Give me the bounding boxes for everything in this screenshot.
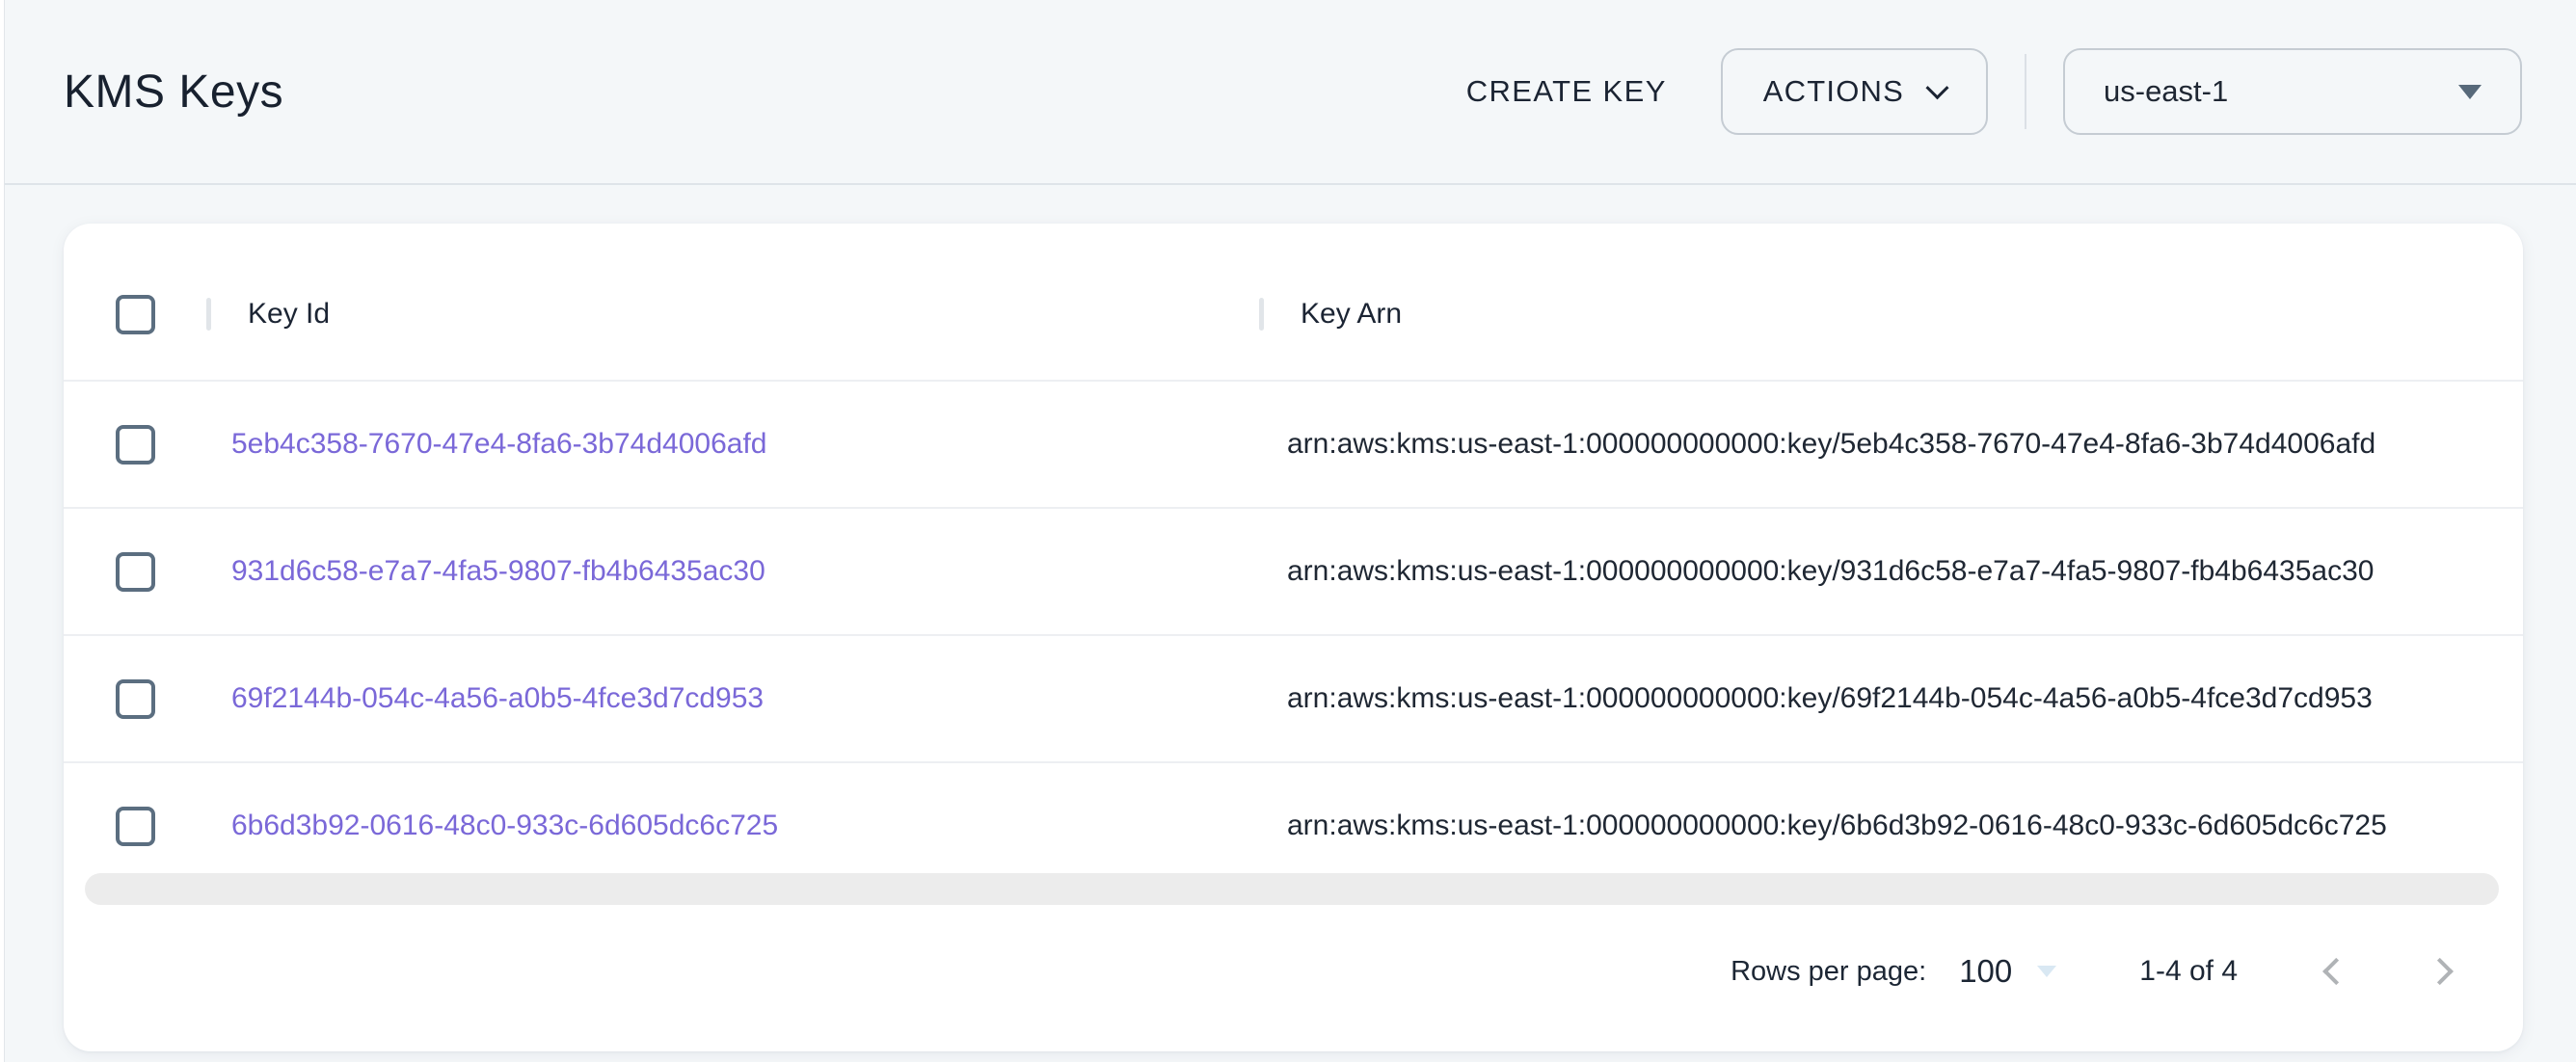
header-divider bbox=[2025, 54, 2026, 129]
column-label-key-id: Key Id bbox=[248, 298, 330, 331]
kms-keys-card: Key Id Key Arn 5eb4c358-7670-47e4-8fa6-3… bbox=[64, 224, 2523, 1051]
key-arn-cell: arn:aws:kms:us-east-1:000000000000:key/9… bbox=[1259, 555, 2523, 588]
key-id-cell: 69f2144b-054c-4a56-a0b5-4fce3d7cd953 bbox=[206, 682, 1259, 715]
page-header: KMS Keys CREATE KEY ACTIONS us-east-1 bbox=[0, 0, 2576, 185]
caret-down-icon bbox=[2037, 966, 2056, 977]
key-id-cell: 931d6c58-e7a7-4fa5-9807-fb4b6435ac30 bbox=[206, 555, 1259, 588]
key-arn-cell: arn:aws:kms:us-east-1:000000000000:key/6… bbox=[1259, 682, 2523, 715]
table-header-row: Key Id Key Arn bbox=[64, 249, 2523, 382]
caret-down-icon bbox=[2458, 85, 2482, 99]
row-checkbox-cell bbox=[64, 679, 206, 719]
row-checkbox[interactable] bbox=[116, 425, 155, 465]
key-arn-cell: arn:aws:kms:us-east-1:000000000000:key/6… bbox=[1259, 810, 2523, 842]
select-all-cell bbox=[64, 295, 206, 334]
rows-per-page-select[interactable]: 100 bbox=[1959, 953, 2056, 990]
column-header-key-arn[interactable]: Key Arn bbox=[1259, 249, 2523, 380]
table-row: 5eb4c358-7670-47e4-8fa6-3b74d4006afd arn… bbox=[64, 382, 2523, 509]
key-id-cell: 6b6d3b92-0616-48c0-933c-6d605dc6c725 bbox=[206, 810, 1259, 842]
next-page-button[interactable] bbox=[2427, 954, 2461, 989]
row-checkbox-cell bbox=[64, 807, 206, 846]
chevron-left-icon bbox=[2322, 958, 2349, 985]
key-id-link[interactable]: 6b6d3b92-0616-48c0-933c-6d605dc6c725 bbox=[231, 810, 778, 841]
row-checkbox[interactable] bbox=[116, 679, 155, 719]
row-checkbox[interactable] bbox=[116, 807, 155, 846]
select-all-checkbox[interactable] bbox=[116, 295, 155, 334]
previous-page-button[interactable] bbox=[2315, 954, 2349, 989]
key-id-link[interactable]: 5eb4c358-7670-47e4-8fa6-3b74d4006afd bbox=[231, 428, 766, 460]
column-separator bbox=[1259, 298, 1264, 331]
key-id-cell: 5eb4c358-7670-47e4-8fa6-3b74d4006afd bbox=[206, 428, 1259, 461]
create-key-button[interactable]: CREATE KEY bbox=[1443, 55, 1690, 128]
header-actions: CREATE KEY ACTIONS us-east-1 bbox=[1443, 48, 2522, 135]
rows-per-page-value: 100 bbox=[1959, 953, 2012, 990]
table-row: 6b6d3b92-0616-48c0-933c-6d605dc6c725 arn… bbox=[64, 763, 2523, 873]
column-label-key-arn: Key Arn bbox=[1301, 298, 1402, 331]
row-checkbox-cell bbox=[64, 425, 206, 465]
page-title: KMS Keys bbox=[64, 66, 283, 119]
actions-button[interactable]: ACTIONS bbox=[1721, 48, 1988, 135]
rows-per-page-label: Rows per page: bbox=[1731, 956, 1926, 988]
sidebar-edge bbox=[0, 0, 5, 1062]
chevron-down-icon bbox=[1925, 76, 1948, 99]
row-checkbox-cell bbox=[64, 552, 206, 592]
main-content: Key Id Key Arn 5eb4c358-7670-47e4-8fa6-3… bbox=[0, 185, 2576, 1051]
pagination-footer: Rows per page: 100 1-4 of 4 bbox=[64, 905, 2523, 1051]
key-id-link[interactable]: 931d6c58-e7a7-4fa5-9807-fb4b6435ac30 bbox=[231, 555, 765, 587]
key-id-link[interactable]: 69f2144b-054c-4a56-a0b5-4fce3d7cd953 bbox=[231, 682, 764, 714]
table-row: 69f2144b-054c-4a56-a0b5-4fce3d7cd953 arn… bbox=[64, 636, 2523, 763]
table-body: 5eb4c358-7670-47e4-8fa6-3b74d4006afd arn… bbox=[64, 382, 2523, 873]
page-range-label: 1-4 of 4 bbox=[2139, 955, 2238, 988]
key-arn-cell: arn:aws:kms:us-east-1:000000000000:key/5… bbox=[1259, 428, 2523, 461]
region-select[interactable]: us-east-1 bbox=[2063, 48, 2522, 135]
region-select-value: us-east-1 bbox=[2104, 74, 2228, 109]
horizontal-scrollbar[interactable] bbox=[85, 873, 2499, 905]
table-row: 931d6c58-e7a7-4fa5-9807-fb4b6435ac30 arn… bbox=[64, 509, 2523, 636]
row-checkbox[interactable] bbox=[116, 552, 155, 592]
column-separator bbox=[206, 298, 211, 331]
actions-button-label: ACTIONS bbox=[1763, 74, 1904, 109]
column-header-key-id[interactable]: Key Id bbox=[206, 249, 1259, 380]
chevron-right-icon bbox=[2427, 958, 2454, 985]
